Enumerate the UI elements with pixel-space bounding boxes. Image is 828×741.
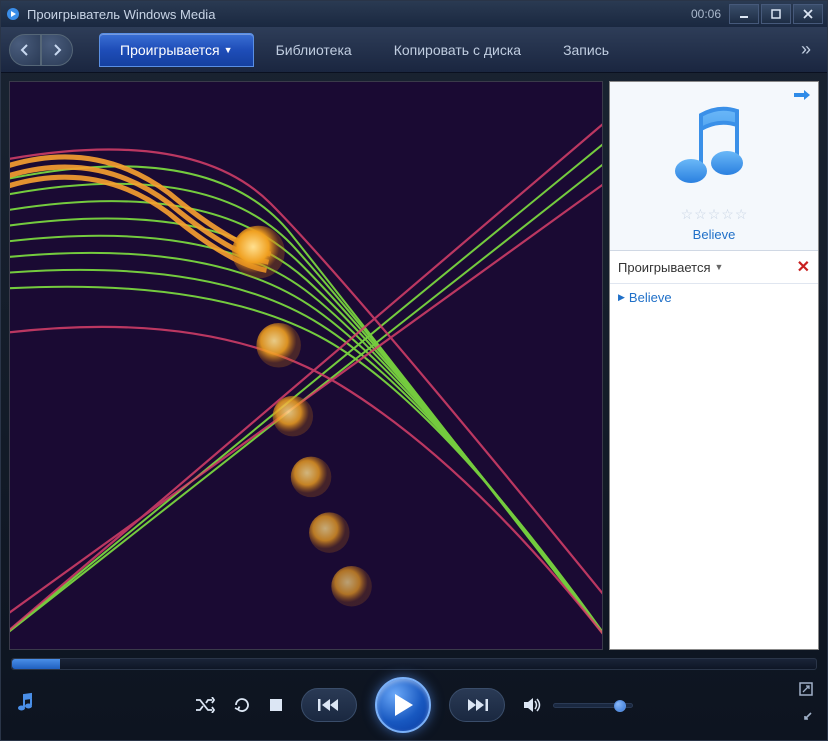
titlebar: Проигрыватель Windows Media 00:06	[1, 1, 827, 27]
playing-indicator-icon: ▶	[618, 292, 625, 303]
rating-stars[interactable]: ☆ ☆ ☆ ☆ ☆	[681, 206, 748, 223]
tab-label: Библиотека	[276, 42, 352, 58]
expand-arrow-icon[interactable]	[794, 88, 810, 106]
maximize-button[interactable]	[761, 4, 791, 24]
fullscreen-button[interactable]	[799, 682, 813, 699]
album-art[interactable]	[649, 100, 779, 200]
switch-to-library-icon[interactable]	[17, 692, 37, 719]
playback-time: 00:06	[691, 7, 721, 21]
album-panel: ☆ ☆ ☆ ☆ ☆ Believe	[610, 82, 818, 251]
nav-overflow-button[interactable]: »	[793, 39, 819, 60]
volume-slider[interactable]	[553, 703, 633, 708]
clear-playlist-button[interactable]: ✕	[797, 257, 810, 277]
visualization-pane[interactable]	[9, 81, 603, 650]
playlist-dropdown[interactable]: Проигрывается ▼	[618, 260, 723, 275]
repeat-button[interactable]	[233, 696, 251, 714]
playlist-item[interactable]: ▶ Believe	[618, 288, 810, 307]
play-button[interactable]	[375, 677, 431, 733]
app-icon	[5, 6, 21, 22]
star-icon: ☆	[708, 206, 721, 223]
minimize-button[interactable]	[729, 4, 759, 24]
tab-rip[interactable]: Копировать с диска	[374, 33, 541, 67]
next-button[interactable]	[460, 693, 494, 717]
chevron-down-icon: ▼	[224, 45, 233, 55]
playback-controls	[1, 670, 827, 740]
playlist: ▶ Believe	[610, 284, 818, 649]
now-playing-sidebar: ☆ ☆ ☆ ☆ ☆ Believe Проигрывается ▼ ✕ ▶ Be	[609, 81, 819, 650]
playlist-header-label: Проигрывается	[618, 260, 711, 275]
close-button[interactable]	[793, 4, 823, 24]
star-icon: ☆	[694, 206, 707, 223]
stop-button[interactable]	[269, 698, 283, 712]
tab-label: Копировать с диска	[394, 42, 521, 58]
window-title: Проигрыватель Windows Media	[27, 7, 691, 22]
playlist-header: Проигрывается ▼ ✕	[610, 251, 818, 284]
star-icon: ☆	[721, 206, 734, 223]
tab-now-playing[interactable]: Проигрывается ▼	[99, 33, 254, 67]
nav-back-button[interactable]	[9, 34, 41, 66]
seek-progress	[12, 659, 60, 669]
tab-label: Запись	[563, 42, 609, 58]
nav-forward-button[interactable]	[41, 34, 73, 66]
chevron-down-icon: ▼	[715, 262, 724, 272]
compact-mode-button[interactable]	[799, 711, 813, 728]
previous-button[interactable]	[312, 693, 346, 717]
mute-button[interactable]	[523, 697, 543, 713]
album-title[interactable]: Believe	[693, 227, 736, 242]
tab-library[interactable]: Библиотека	[256, 33, 372, 67]
star-icon: ☆	[681, 206, 694, 223]
shuffle-button[interactable]	[195, 697, 215, 713]
navbar: Проигрывается ▼ Библиотека Копировать с …	[1, 27, 827, 73]
tab-burn[interactable]: Запись	[543, 33, 629, 67]
star-icon: ☆	[735, 206, 748, 223]
seek-bar[interactable]	[11, 658, 817, 670]
track-label: Believe	[629, 290, 672, 305]
tab-label: Проигрывается	[120, 42, 220, 58]
volume-handle[interactable]	[614, 700, 626, 712]
